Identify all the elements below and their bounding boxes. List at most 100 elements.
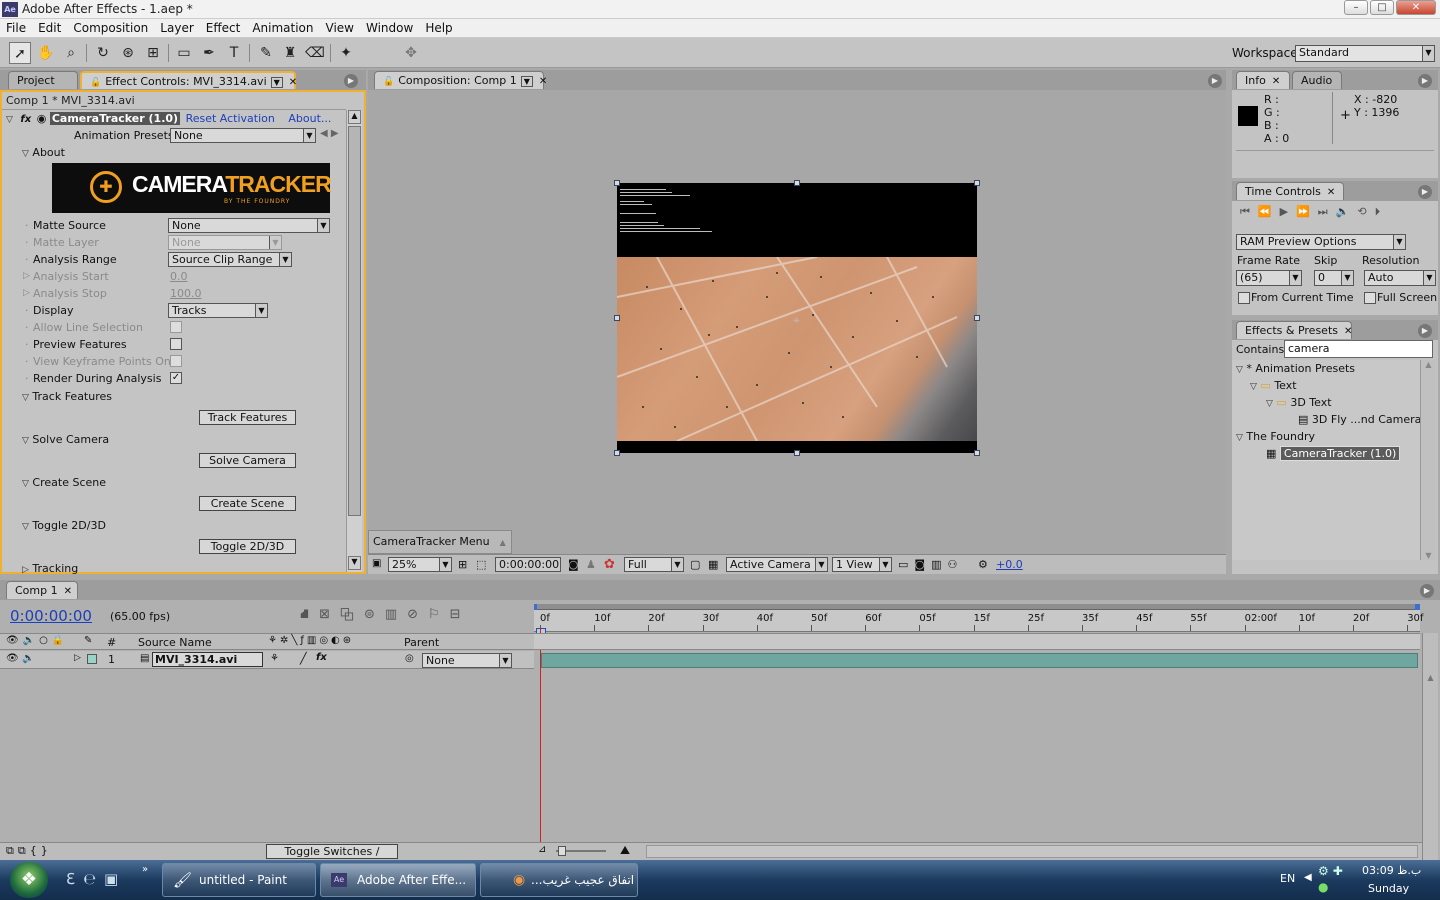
- chevron-down-icon[interactable]: ▼: [270, 77, 283, 88]
- orbit-camera-tool-icon[interactable]: ⊛: [117, 42, 139, 64]
- transparency-grid-icon[interactable]: ▦: [708, 558, 718, 571]
- section-toggle-2d3d[interactable]: ▽ Toggle 2D/3D: [22, 517, 106, 534]
- effect-controls-scrollbar[interactable]: ▲ ▼: [346, 110, 362, 572]
- shy-switch-icon[interactable]: ⚘: [270, 653, 279, 664]
- transform-handle[interactable]: [614, 180, 620, 186]
- close-icon[interactable]: ✕: [1272, 76, 1280, 87]
- type-tool-icon[interactable]: T: [223, 42, 245, 64]
- tab-effect-controls[interactable]: 🔓 Effect Controls: MVI_3314.avi ▼ ✕: [80, 71, 297, 89]
- scroll-down-icon[interactable]: ▼: [348, 556, 361, 570]
- close-icon[interactable]: ✕: [539, 76, 547, 87]
- eye-icon[interactable]: 👁: [6, 653, 19, 664]
- audio-icon[interactable]: 🔈: [22, 653, 34, 664]
- transform-handle[interactable]: [794, 450, 800, 456]
- transform-handle[interactable]: [614, 315, 620, 321]
- track-features-button[interactable]: Track Features: [199, 410, 296, 425]
- exposure-icon[interactable]: ⚙: [978, 558, 988, 571]
- taskbar-item-paint[interactable]: 🖌 untitled - Paint: [162, 863, 316, 897]
- tree-item-cameratracker[interactable]: ▦ CameraTracker (1.0): [1232, 445, 1420, 462]
- pick-whip-icon[interactable]: ◎: [405, 653, 414, 664]
- taskbar-item-after-effects[interactable]: Ae Adobe After Effe...: [320, 863, 476, 897]
- tab-info[interactable]: Info ✕: [1236, 71, 1290, 89]
- view-layout-select[interactable]: 1 View ▼: [832, 557, 892, 572]
- footer-toggle-icons[interactable]: ⧉⧉{}: [6, 844, 52, 858]
- preset-nav-arrows-icon[interactable]: ◀ ▶: [320, 128, 339, 139]
- expand-triangle-icon[interactable]: ▷: [23, 268, 30, 285]
- panel-menu-icon[interactable]: ▶: [344, 74, 358, 88]
- axis-mode-icon[interactable]: ✥ ● ⊠: [400, 42, 422, 105]
- clock-time[interactable]: 03:09 ب.ظ: [1362, 864, 1421, 877]
- section-track-features[interactable]: ▽ Track Features: [22, 388, 112, 405]
- effects-scrollbar[interactable]: ▲ ▼: [1420, 360, 1436, 560]
- menu-composition[interactable]: Composition: [67, 19, 154, 35]
- layer-name[interactable]: MVI_3314.avi: [152, 652, 263, 667]
- transform-handle[interactable]: [974, 315, 980, 321]
- camera-view-select[interactable]: Active Camera ▼: [726, 557, 828, 572]
- tab-time-controls[interactable]: Time Controls ✕: [1236, 182, 1344, 200]
- toggle-2d3d-button[interactable]: Toggle 2D/3D: [199, 539, 296, 554]
- matte-source-select[interactable]: None ▼: [168, 218, 330, 233]
- transform-handle[interactable]: [614, 450, 620, 456]
- work-area-start-handle[interactable]: [534, 604, 537, 610]
- tree-item-text[interactable]: ▽ ▭ Text: [1232, 377, 1420, 394]
- effect-name[interactable]: CameraTracker (1.0): [49, 112, 181, 125]
- tree-item-the-foundry[interactable]: ▽ The Foundry: [1232, 428, 1420, 445]
- tab-audio[interactable]: Audio: [1292, 71, 1342, 89]
- quick-launch-icons[interactable]: ℇ℮▣: [66, 870, 126, 888]
- quality-switch-icon[interactable]: ╱: [300, 652, 307, 665]
- timeline-switch-icons[interactable]: ⛘⊠⧉⊜▥⊘⚐⊟: [300, 607, 471, 624]
- eraser-tool-icon[interactable]: ⌫: [304, 42, 326, 64]
- chevron-down-icon[interactable]: ▼: [520, 76, 533, 87]
- create-scene-button[interactable]: Create Scene: [199, 496, 296, 511]
- fit-icon[interactable]: ⊞: [458, 558, 467, 571]
- fx-switch-icon[interactable]: fx: [316, 652, 327, 663]
- transform-handle[interactable]: [974, 450, 980, 456]
- menu-help[interactable]: Help: [419, 19, 458, 35]
- menu-window[interactable]: Window: [360, 19, 419, 35]
- start-button[interactable]: ❖: [10, 862, 48, 898]
- reset-activation-link[interactable]: Reset Activation: [186, 112, 275, 125]
- about-link[interactable]: About...: [288, 112, 331, 125]
- resolution-select[interactable]: Full ▼: [624, 557, 684, 572]
- view-options-icons[interactable]: ▭◙▥⚇: [898, 558, 963, 571]
- timeline-hscrollbar[interactable]: [646, 845, 1418, 858]
- pan-behind-tool-icon[interactable]: ⊞: [142, 42, 164, 64]
- menu-layer[interactable]: Layer: [154, 19, 199, 35]
- layer-row[interactable]: 👁 🔈 ▷ 1 ▤ MVI_3314.avi ⚘ ╱ fx ◎ None ▼: [0, 651, 534, 669]
- exposure-value[interactable]: +0.0: [996, 558, 1023, 571]
- always-preview-icon[interactable]: ▣: [372, 558, 381, 569]
- safe-margins-icon[interactable]: ⬚: [476, 558, 486, 571]
- zoom-in-icon[interactable]: ⛰: [620, 843, 630, 858]
- work-area-bar[interactable]: [534, 604, 1420, 610]
- menu-edit[interactable]: Edit: [32, 19, 67, 35]
- close-button[interactable]: ✕: [1396, 0, 1436, 15]
- frame-rate-select[interactable]: (65) ▼: [1236, 270, 1302, 286]
- taskbar-item-chrome[interactable]: ◉ ...اتفاق عجيب غريب: [480, 863, 638, 897]
- maximize-button[interactable]: □: [1370, 0, 1394, 15]
- composition-viewer[interactable]: ⌖ CameraTracker Menu ▲: [368, 90, 1226, 554]
- about-section[interactable]: ▽ About: [22, 144, 65, 161]
- fx-icon[interactable]: fx: [20, 114, 31, 125]
- tab-effects-presets[interactable]: Effects & Presets ✕: [1236, 321, 1352, 339]
- brush-tool-icon[interactable]: ✎: [255, 42, 277, 64]
- menu-file[interactable]: File: [0, 19, 32, 35]
- expand-triangle-icon[interactable]: ▽: [6, 115, 13, 125]
- workspace-select[interactable]: Standard ▼: [1295, 45, 1435, 62]
- panel-menu-icon[interactable]: ▶: [1418, 185, 1432, 199]
- transform-handle[interactable]: [974, 180, 980, 186]
- menu-view[interactable]: View: [320, 19, 360, 35]
- snapshot-icon[interactable]: ◙: [568, 558, 579, 571]
- timeline-zoom-thumb[interactable]: [558, 846, 566, 856]
- close-icon[interactable]: ✕: [64, 586, 72, 597]
- menu-effect[interactable]: Effect: [200, 19, 247, 35]
- system-tray-icons[interactable]: ⚙✚: [1318, 864, 1347, 878]
- scroll-down-icon[interactable]: ▼: [1421, 551, 1436, 560]
- animation-presets-select[interactable]: None ▼: [170, 128, 316, 143]
- display-select[interactable]: Tracks ▼: [168, 303, 268, 318]
- panel-menu-icon[interactable]: ▶: [1208, 74, 1222, 88]
- panel-menu-icon[interactable]: ▶: [1418, 74, 1432, 88]
- language-indicator[interactable]: EN: [1280, 872, 1295, 885]
- expand-triangle-icon[interactable]: ▷: [74, 653, 81, 663]
- effects-search-input[interactable]: camera: [1284, 340, 1433, 358]
- scroll-up-icon[interactable]: ▲: [1423, 673, 1438, 682]
